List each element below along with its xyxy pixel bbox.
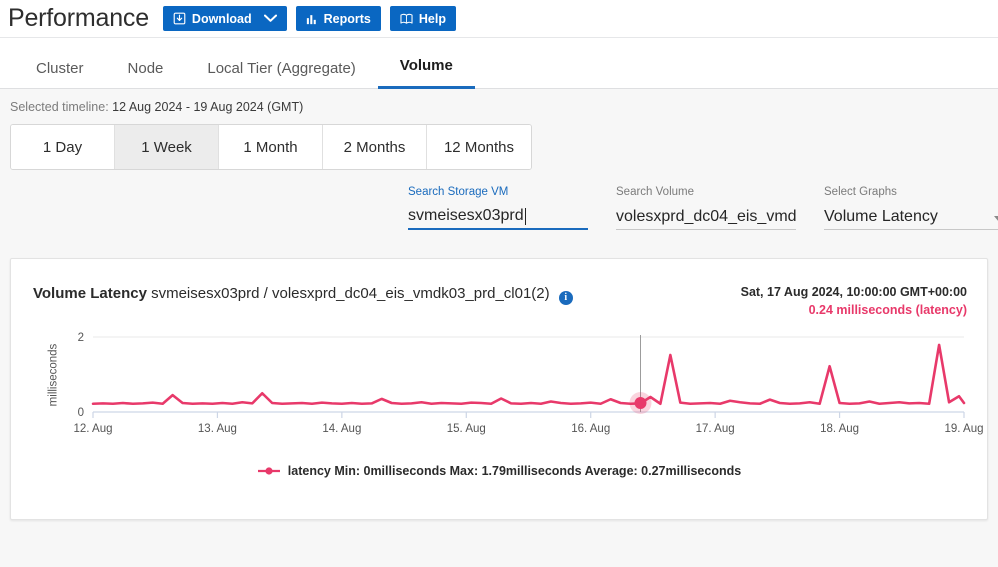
search-storage-vm-input[interactable]: svmeisesx03prd bbox=[408, 204, 588, 230]
svg-text:2: 2 bbox=[78, 332, 84, 344]
reports-button[interactable]: Reports bbox=[296, 6, 381, 31]
range-1-day[interactable]: 1 Day bbox=[11, 125, 115, 169]
performance-page: Performance Download bbox=[0, 0, 998, 567]
tab-node[interactable]: Node bbox=[106, 60, 186, 89]
legend-line-marker-icon bbox=[257, 466, 281, 476]
tab-cluster[interactable]: Cluster bbox=[14, 60, 106, 89]
select-graphs-dropdown[interactable]: Volume Latency bbox=[824, 204, 998, 230]
storage-vm-label: Search Storage VM bbox=[408, 186, 588, 198]
chart-title-resource: svmeisesx03prd / volesxprd_dc04_eis_vmdk… bbox=[151, 285, 550, 302]
download-icon bbox=[173, 12, 186, 25]
filters-row: Search Storage VM svmeisesx03prd Search … bbox=[408, 186, 998, 230]
time-range-selector: 1 Day 1 Week 1 Month 2 Months 12 Months bbox=[10, 124, 532, 170]
download-button[interactable]: Download bbox=[163, 6, 287, 31]
chart-legend: latency Min: 0milliseconds Max: 1.79mill… bbox=[11, 464, 987, 478]
svg-text:0: 0 bbox=[78, 407, 84, 419]
volume-latency-card: Volume Latency svmeisesx03prd / volesxpr… bbox=[10, 258, 988, 520]
selected-timeline: Selected timeline: 12 Aug 2024 - 19 Aug … bbox=[10, 100, 303, 114]
download-button-label: Download bbox=[192, 12, 252, 26]
storage-vm-value: svmeisesx03prd bbox=[408, 207, 524, 225]
range-1-week[interactable]: 1 Week bbox=[115, 125, 219, 169]
chart-card-header: Volume Latency svmeisesx03prd / volesxpr… bbox=[33, 285, 967, 317]
text-caret bbox=[525, 208, 526, 225]
help-button-label: Help bbox=[419, 12, 446, 26]
svg-text:14. Aug: 14. Aug bbox=[322, 423, 361, 435]
chart-cursor-tooltip: Sat, 17 Aug 2024, 10:00:00 GMT+00:00 0.2… bbox=[741, 285, 967, 317]
y-axis-title: milliseconds bbox=[45, 327, 61, 422]
svg-text:19. Aug: 19. Aug bbox=[944, 423, 983, 435]
tab-local-tier-aggregate[interactable]: Local Tier (Aggregate) bbox=[185, 60, 377, 89]
svg-text:16. Aug: 16. Aug bbox=[571, 423, 610, 435]
selected-timeline-label: Selected timeline: bbox=[10, 100, 109, 114]
latency-line-chart[interactable]: 0 2 12. Aug 13. Aug 14. Aug 15. Aug 16. Aug 17.… bbox=[11, 327, 989, 452]
volume-field: Search Volume volesxprd_dc04_eis_vmd bbox=[616, 186, 796, 230]
search-volume-input[interactable]: volesxprd_dc04_eis_vmd bbox=[616, 204, 796, 230]
cursor-timestamp: Sat, 17 Aug 2024, 10:00:00 GMT+00:00 bbox=[741, 285, 967, 299]
legend-label: latency Min: 0milliseconds Max: 1.79mill… bbox=[288, 464, 741, 478]
bar-chart-icon bbox=[306, 13, 318, 25]
range-1-month[interactable]: 1 Month bbox=[219, 125, 323, 169]
volume-value: volesxprd_dc04_eis_vmd bbox=[616, 208, 796, 226]
select-graphs-label: Select Graphs bbox=[824, 186, 998, 198]
page-header: Performance Download bbox=[0, 0, 998, 38]
storage-vm-field: Search Storage VM svmeisesx03prd bbox=[408, 186, 588, 230]
svg-text:17. Aug: 17. Aug bbox=[696, 423, 735, 435]
selected-timeline-value: 12 Aug 2024 - 19 Aug 2024 (GMT) bbox=[112, 100, 303, 114]
resource-tabs: Cluster Node Local Tier (Aggregate) Volu… bbox=[0, 38, 998, 89]
help-button[interactable]: Help bbox=[390, 6, 456, 31]
select-graphs-field: Select Graphs Volume Latency bbox=[824, 186, 998, 230]
info-icon[interactable]: i bbox=[559, 291, 573, 305]
chart-title-metric: Volume Latency bbox=[33, 285, 147, 302]
chart-title: Volume Latency svmeisesx03prd / volesxpr… bbox=[33, 285, 573, 303]
chevron-down-icon[interactable] bbox=[994, 216, 998, 222]
svg-text:15. Aug: 15. Aug bbox=[447, 423, 486, 435]
book-icon bbox=[400, 13, 413, 25]
page-title: Performance bbox=[8, 4, 149, 33]
chart-plot-area: milliseconds 0 2 12. Aug 13. Aug 14. Aug 15. … bbox=[11, 327, 989, 447]
tab-volume[interactable]: Volume bbox=[378, 57, 475, 89]
svg-text:12. Aug: 12. Aug bbox=[73, 423, 112, 435]
range-12-months[interactable]: 12 Months bbox=[427, 125, 531, 169]
volume-label: Search Volume bbox=[616, 186, 796, 198]
range-2-months[interactable]: 2 Months bbox=[323, 125, 427, 169]
svg-text:13. Aug: 13. Aug bbox=[198, 423, 237, 435]
svg-text:18. Aug: 18. Aug bbox=[820, 423, 859, 435]
select-graphs-value: Volume Latency bbox=[824, 208, 938, 226]
reports-button-label: Reports bbox=[324, 12, 371, 26]
chevron-down-icon bbox=[264, 12, 277, 26]
cursor-value: 0.24 milliseconds (latency) bbox=[741, 303, 967, 317]
